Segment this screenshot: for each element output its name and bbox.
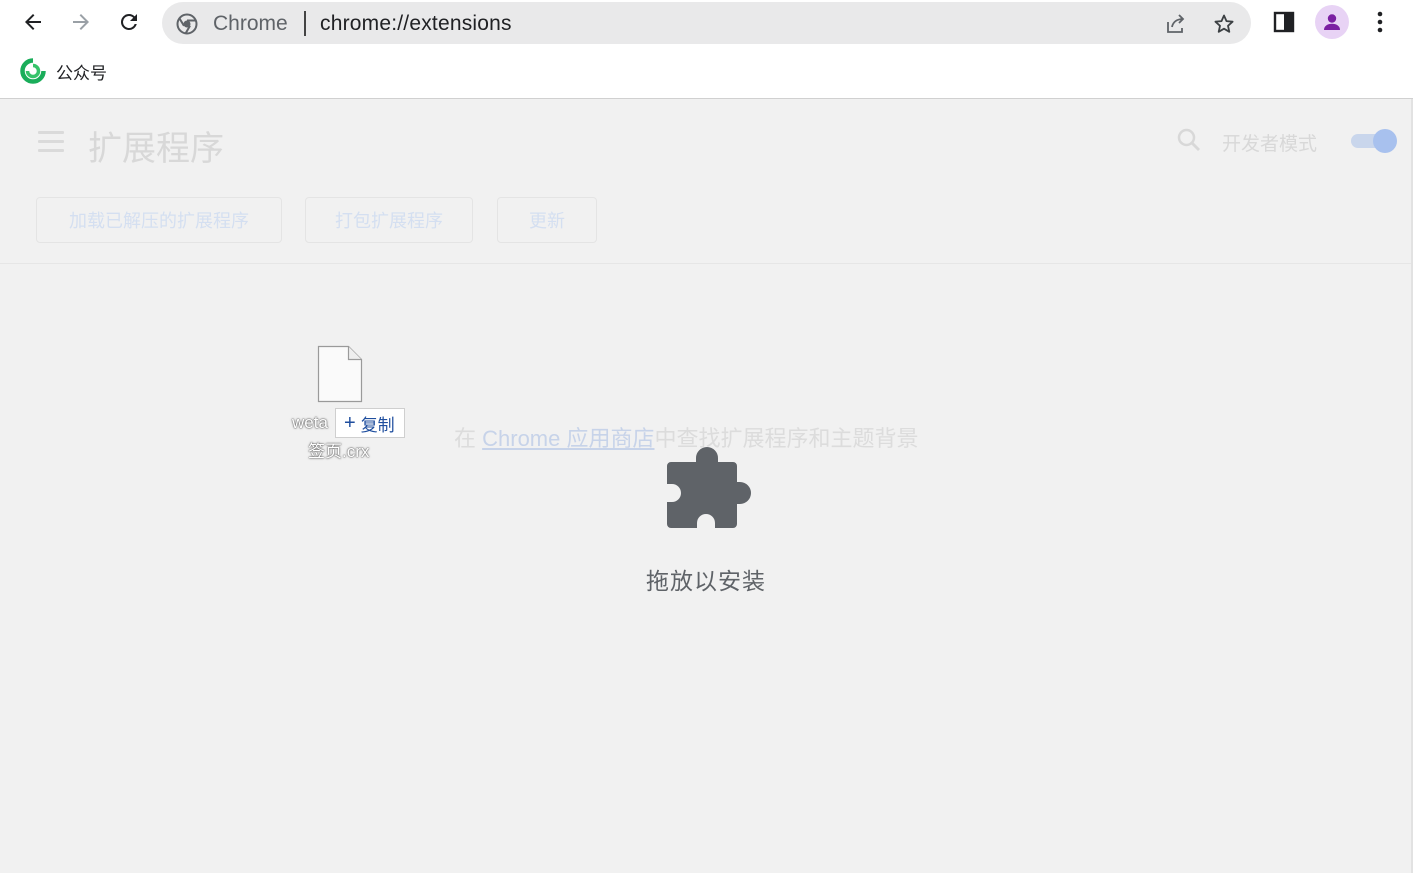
search-icon[interactable]	[1176, 127, 1202, 158]
load-unpacked-button[interactable]: 加载已解压的扩展程序	[36, 197, 282, 243]
drag-copy-badge: + 复制	[335, 408, 405, 438]
more-vert-icon	[1377, 11, 1383, 33]
puzzle-piece-icon	[666, 446, 752, 537]
back-button[interactable]	[15, 4, 51, 40]
back-arrow-icon	[25, 14, 41, 30]
share-icon	[1167, 14, 1185, 33]
extensions-header: 扩展程序 开发者模式 加载已解压的扩展程序 打包扩展程序 更新	[0, 99, 1411, 264]
reload-icon	[121, 14, 137, 30]
wechat-mp-icon	[20, 58, 46, 84]
webstore-link[interactable]: Chrome 应用商店	[482, 426, 654, 451]
pack-extension-button[interactable]: 打包扩展程序	[305, 197, 473, 243]
webstore-prefix: 在	[454, 426, 483, 451]
person-icon	[1324, 14, 1340, 30]
dragged-file-name-line2: 签页.crx	[308, 442, 370, 461]
bookmark-label: 公众号	[56, 63, 107, 83]
dragged-file-icon	[317, 345, 363, 408]
bookmark-star-button[interactable]	[1210, 10, 1238, 38]
reload-button[interactable]	[111, 4, 147, 40]
bookmark-item[interactable]: 公众号	[20, 58, 107, 84]
omnibox-separator	[304, 11, 306, 36]
extensions-page: 扩展程序 开发者模式 加载已解压的扩展程序 打包扩展程序 更新 在 Chrome…	[0, 99, 1413, 873]
bookmarks-bar: 公众号	[0, 46, 1413, 99]
menu-icon[interactable]	[38, 131, 64, 153]
browser-menu-button[interactable]	[1363, 5, 1397, 39]
page-title: 扩展程序	[88, 130, 224, 168]
site-chip-label: Chrome	[213, 12, 288, 35]
forward-button[interactable]	[63, 4, 99, 40]
drop-to-install-label: 拖放以安装	[646, 568, 766, 594]
side-panel-button[interactable]	[1267, 5, 1301, 39]
address-bar[interactable]: Chrome chrome://extensions	[162, 2, 1251, 44]
dev-mode-label: 开发者模式	[1222, 134, 1318, 155]
dragged-file-name: weta	[292, 413, 328, 432]
forward-arrow-icon	[73, 14, 89, 30]
url-text[interactable]: chrome://extensions	[320, 12, 512, 36]
side-panel-icon	[1273, 11, 1295, 33]
dev-mode-toggle[interactable]	[1349, 129, 1397, 153]
chrome-logo-icon[interactable]	[176, 13, 198, 40]
browser-toolbar: Chrome chrome://extensions	[0, 0, 1413, 46]
copy-label: 复制	[360, 415, 395, 435]
toggle-knob	[1373, 129, 1397, 153]
share-button[interactable]	[1162, 10, 1190, 38]
plus-icon: +	[344, 411, 356, 434]
profile-avatar-button[interactable]	[1315, 5, 1349, 39]
star-icon	[1214, 14, 1234, 33]
update-button[interactable]: 更新	[497, 197, 597, 243]
